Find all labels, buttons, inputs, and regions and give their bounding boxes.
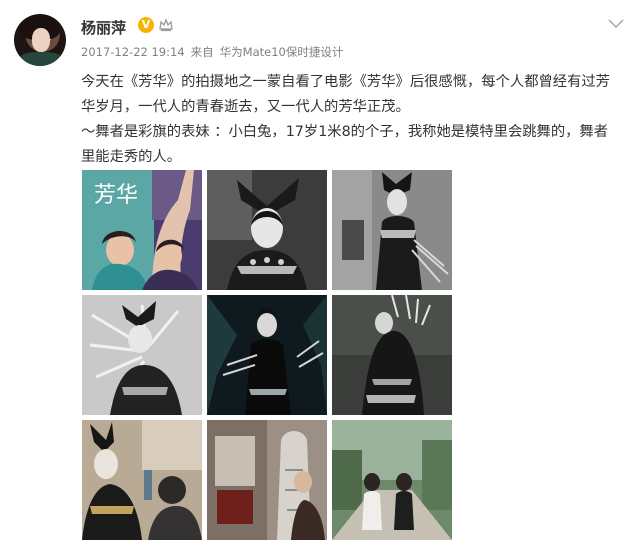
vip-badge-icon[interactable]: V [138, 17, 154, 33]
photo-5[interactable] [207, 295, 327, 415]
post-paragraph-2: ～舞者是彩旗的表妹 ：小白兔，17岁1米8的个子，我称她是模特里会跳舞的，舞者里… [81, 124, 609, 165]
photo-3[interactable] [332, 170, 452, 290]
member-crown-icon[interactable] [158, 17, 174, 33]
photo-grid: 芳华 [82, 170, 452, 540]
post-meta: 2017-12-22 19:14 来自 华为Mate10保时捷设计 [81, 44, 349, 60]
photo-4[interactable] [82, 295, 202, 415]
avatar-face [32, 28, 50, 52]
photo-7[interactable] [82, 420, 202, 540]
author-avatar[interactable] [14, 14, 66, 66]
photo-6[interactable] [332, 295, 452, 415]
source-device[interactable]: 华为Mate10保时捷设计 [220, 45, 344, 59]
post-content: 今天在《芳华》的拍摄地之一蒙自看了电影《芳华》后很感慨，每个人都曾经有过芳华岁月… [81, 70, 621, 170]
chevron-down-icon[interactable] [606, 16, 626, 30]
photo-9[interactable] [332, 420, 452, 540]
post-timestamp[interactable]: 2017-12-22 19:14 [81, 45, 185, 59]
avatar-dress [18, 52, 64, 66]
author-name[interactable]: 杨丽萍 [81, 17, 126, 38]
poster-title: 芳华 [94, 183, 138, 208]
photo-2[interactable] [207, 170, 327, 290]
source-prefix: 来自 [190, 45, 214, 59]
photo-1[interactable]: 芳华 [82, 170, 202, 290]
post-paragraph-1: 今天在《芳华》的拍摄地之一蒙自看了电影《芳华》后很感慨，每个人都曾经有过芳华岁月… [81, 74, 610, 115]
photo-8[interactable] [207, 420, 327, 540]
